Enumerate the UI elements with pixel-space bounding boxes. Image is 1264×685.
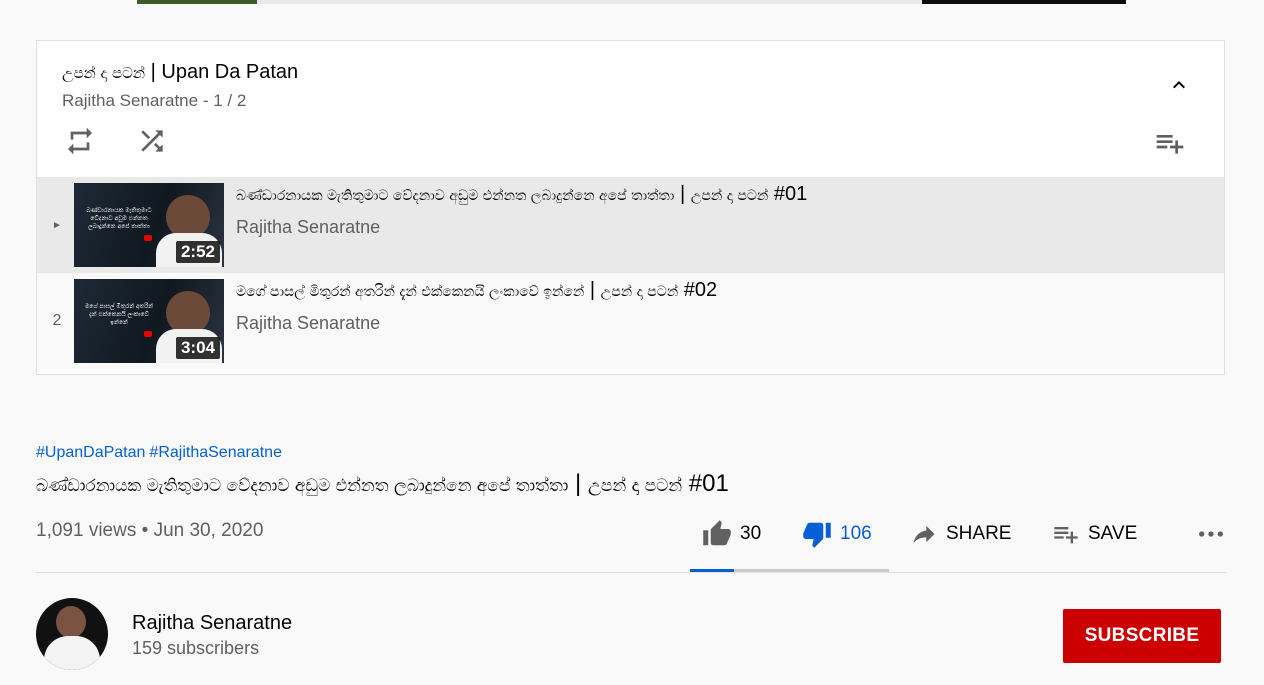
title-separator: |: [584, 279, 601, 301]
save-label: SAVE: [1088, 523, 1138, 544]
chevron-up-icon: [1173, 81, 1185, 89]
section-divider: [36, 572, 1226, 573]
hashtag-link[interactable]: #UpanDaPatan: [36, 444, 145, 461]
playlist-item-channel: Rajitha Senaratne: [236, 217, 381, 237]
thumbs-down-icon: [803, 522, 831, 548]
hashtag-link[interactable]: #RajithaSenaratne: [149, 444, 282, 461]
more-actions-button[interactable]: [1195, 510, 1227, 558]
playlist-item[interactable]: 2 මගේ පාසල් මිතුරන් අතරින් දැන් එක්කෙනයි…: [37, 273, 1224, 369]
thumbs-up-icon: [703, 520, 731, 546]
playlist-position: - 1 / 2: [198, 91, 247, 110]
youtube-logo-icon: [144, 331, 152, 337]
video-title-separator: |: [568, 470, 588, 497]
video-frame-tint: [137, 0, 257, 4]
channel-avatar[interactable]: [36, 598, 108, 670]
title-series: උපන් දා පටන්: [600, 284, 679, 300]
video-frame-light: [257, 0, 922, 4]
video-title-episode: #01: [682, 470, 729, 497]
video-meta: 1,091 views • Jun 30, 2020: [36, 520, 263, 542]
shuffle-playlist-button[interactable]: [132, 121, 172, 161]
hashtags: #UpanDaPatan #RajithaSenaratne: [36, 444, 286, 462]
title-series: උපන් දා පටන්: [690, 188, 769, 204]
title-episode: #02: [678, 279, 718, 301]
share-label: SHARE: [946, 523, 1012, 544]
playlist-owner[interactable]: Rajitha Senaratne: [62, 91, 198, 110]
channel-name[interactable]: Rajitha Senaratne: [132, 612, 292, 635]
playlist-panel: උපන් දා පටන් | Upan Da Patan Rajitha Sen…: [36, 40, 1225, 375]
playlist-title-sinhala: උපන් දා පටන්: [62, 64, 146, 82]
avatar-shirt: [44, 636, 100, 670]
playlist-item-channel: Rajitha Senaratne: [236, 313, 381, 333]
like-button[interactable]: 30: [702, 510, 761, 558]
loop-icon: [68, 127, 92, 155]
title-separator: |: [674, 183, 691, 205]
playlist-title-english: Upan Da Patan: [161, 61, 299, 83]
save-button[interactable]: SAVE: [1052, 510, 1137, 558]
playlist-item[interactable]: ► බණ්ඩාරනායක මැතිතුමාට වේදනාව අඩුම එන්නත…: [37, 177, 1224, 273]
playlist-item-index: 2: [52, 312, 62, 329]
loop-playlist-button[interactable]: [60, 121, 100, 161]
playlist-header: උපන් දා පටන් | Upan Da Patan Rajitha Sen…: [37, 41, 1224, 177]
subscribe-button[interactable]: SUBSCRIBE: [1063, 609, 1221, 663]
share-icon: [913, 525, 935, 544]
video-duration: 3:04: [175, 337, 220, 359]
like-count: 30: [740, 523, 762, 544]
video-title-series: උපන් දා පටන්: [587, 476, 683, 496]
video-title-sinhala: බණ්ඩාරනායක මැතිතුමාට වේදනාව අඩුම එන්නත ල…: [36, 476, 569, 496]
collapse-playlist-button[interactable]: [1159, 65, 1199, 105]
save-playlist-button[interactable]: [1150, 123, 1190, 163]
dislike-button[interactable]: 106: [802, 510, 872, 558]
youtube-logo-icon: [144, 235, 152, 241]
more-horizontal-icon: [1199, 531, 1223, 537]
playlist-item-title[interactable]: මගේ පාසල් මිතුරන් අතරින් දැන් එක්කෙනයි ල…: [236, 279, 1196, 302]
video-duration: 2:52: [175, 241, 220, 263]
avatar-face: [56, 606, 86, 638]
view-count: 1,091 views: [36, 520, 137, 541]
title-sinhala: බණ්ඩාරනායක මැතිතුමාට වේදනාව අඩුම එන්නත ල…: [236, 188, 675, 204]
upload-date: Jun 30, 2020: [153, 520, 264, 541]
now-playing-indicator: ►: [52, 219, 62, 231]
dislike-count: 106: [840, 523, 872, 544]
title-episode: #01: [768, 183, 808, 205]
thumbnail-caption: බණ්ඩාරනායක මැතිතුමාට වේදනාව අඩුම එන්නත ල…: [86, 207, 152, 230]
playlist-title-separator: |: [145, 61, 162, 83]
playlist-add-icon: [1156, 135, 1184, 154]
meta-dot: •: [136, 520, 154, 541]
playlist-add-icon: [1054, 527, 1078, 544]
thumbnail-caption: මගේ පාසල් මිතුරන් අතරින් දැන් එක්කෙනයි ල…: [84, 303, 154, 326]
video-player-bottom-edge[interactable]: [137, 0, 1126, 4]
video-thumbnail[interactable]: මගේ පාසල් මිතුරන් අතරින් දැන් එක්කෙනයි ල…: [74, 279, 224, 363]
title-sinhala: මගේ පාසල් මිතුරන් අතරින් දැන් එක්කෙනයි ල…: [236, 284, 585, 300]
share-button[interactable]: SHARE: [910, 510, 1011, 558]
shuffle-icon: [141, 130, 163, 152]
playlist-title[interactable]: උපන් දා පටන් | Upan Da Patan: [62, 61, 298, 84]
playlist-item-title[interactable]: බණ්ඩාරනායක මැතිතුමාට වේදනාව අඩුම එන්නත ල…: [236, 183, 1196, 206]
video-thumbnail[interactable]: බණ්ඩාරනායක මැතිතුමාට වේදනාව අඩුම එන්නත ල…: [74, 183, 224, 267]
subscriber-count: 159 subscribers: [132, 638, 260, 658]
playlist-subtitle: Rajitha Senaratne - 1 / 2: [62, 91, 246, 111]
video-title: බණ්ඩාරනායක මැතිතුමාට වේදනාව අඩුම එන්නත ල…: [36, 470, 729, 498]
